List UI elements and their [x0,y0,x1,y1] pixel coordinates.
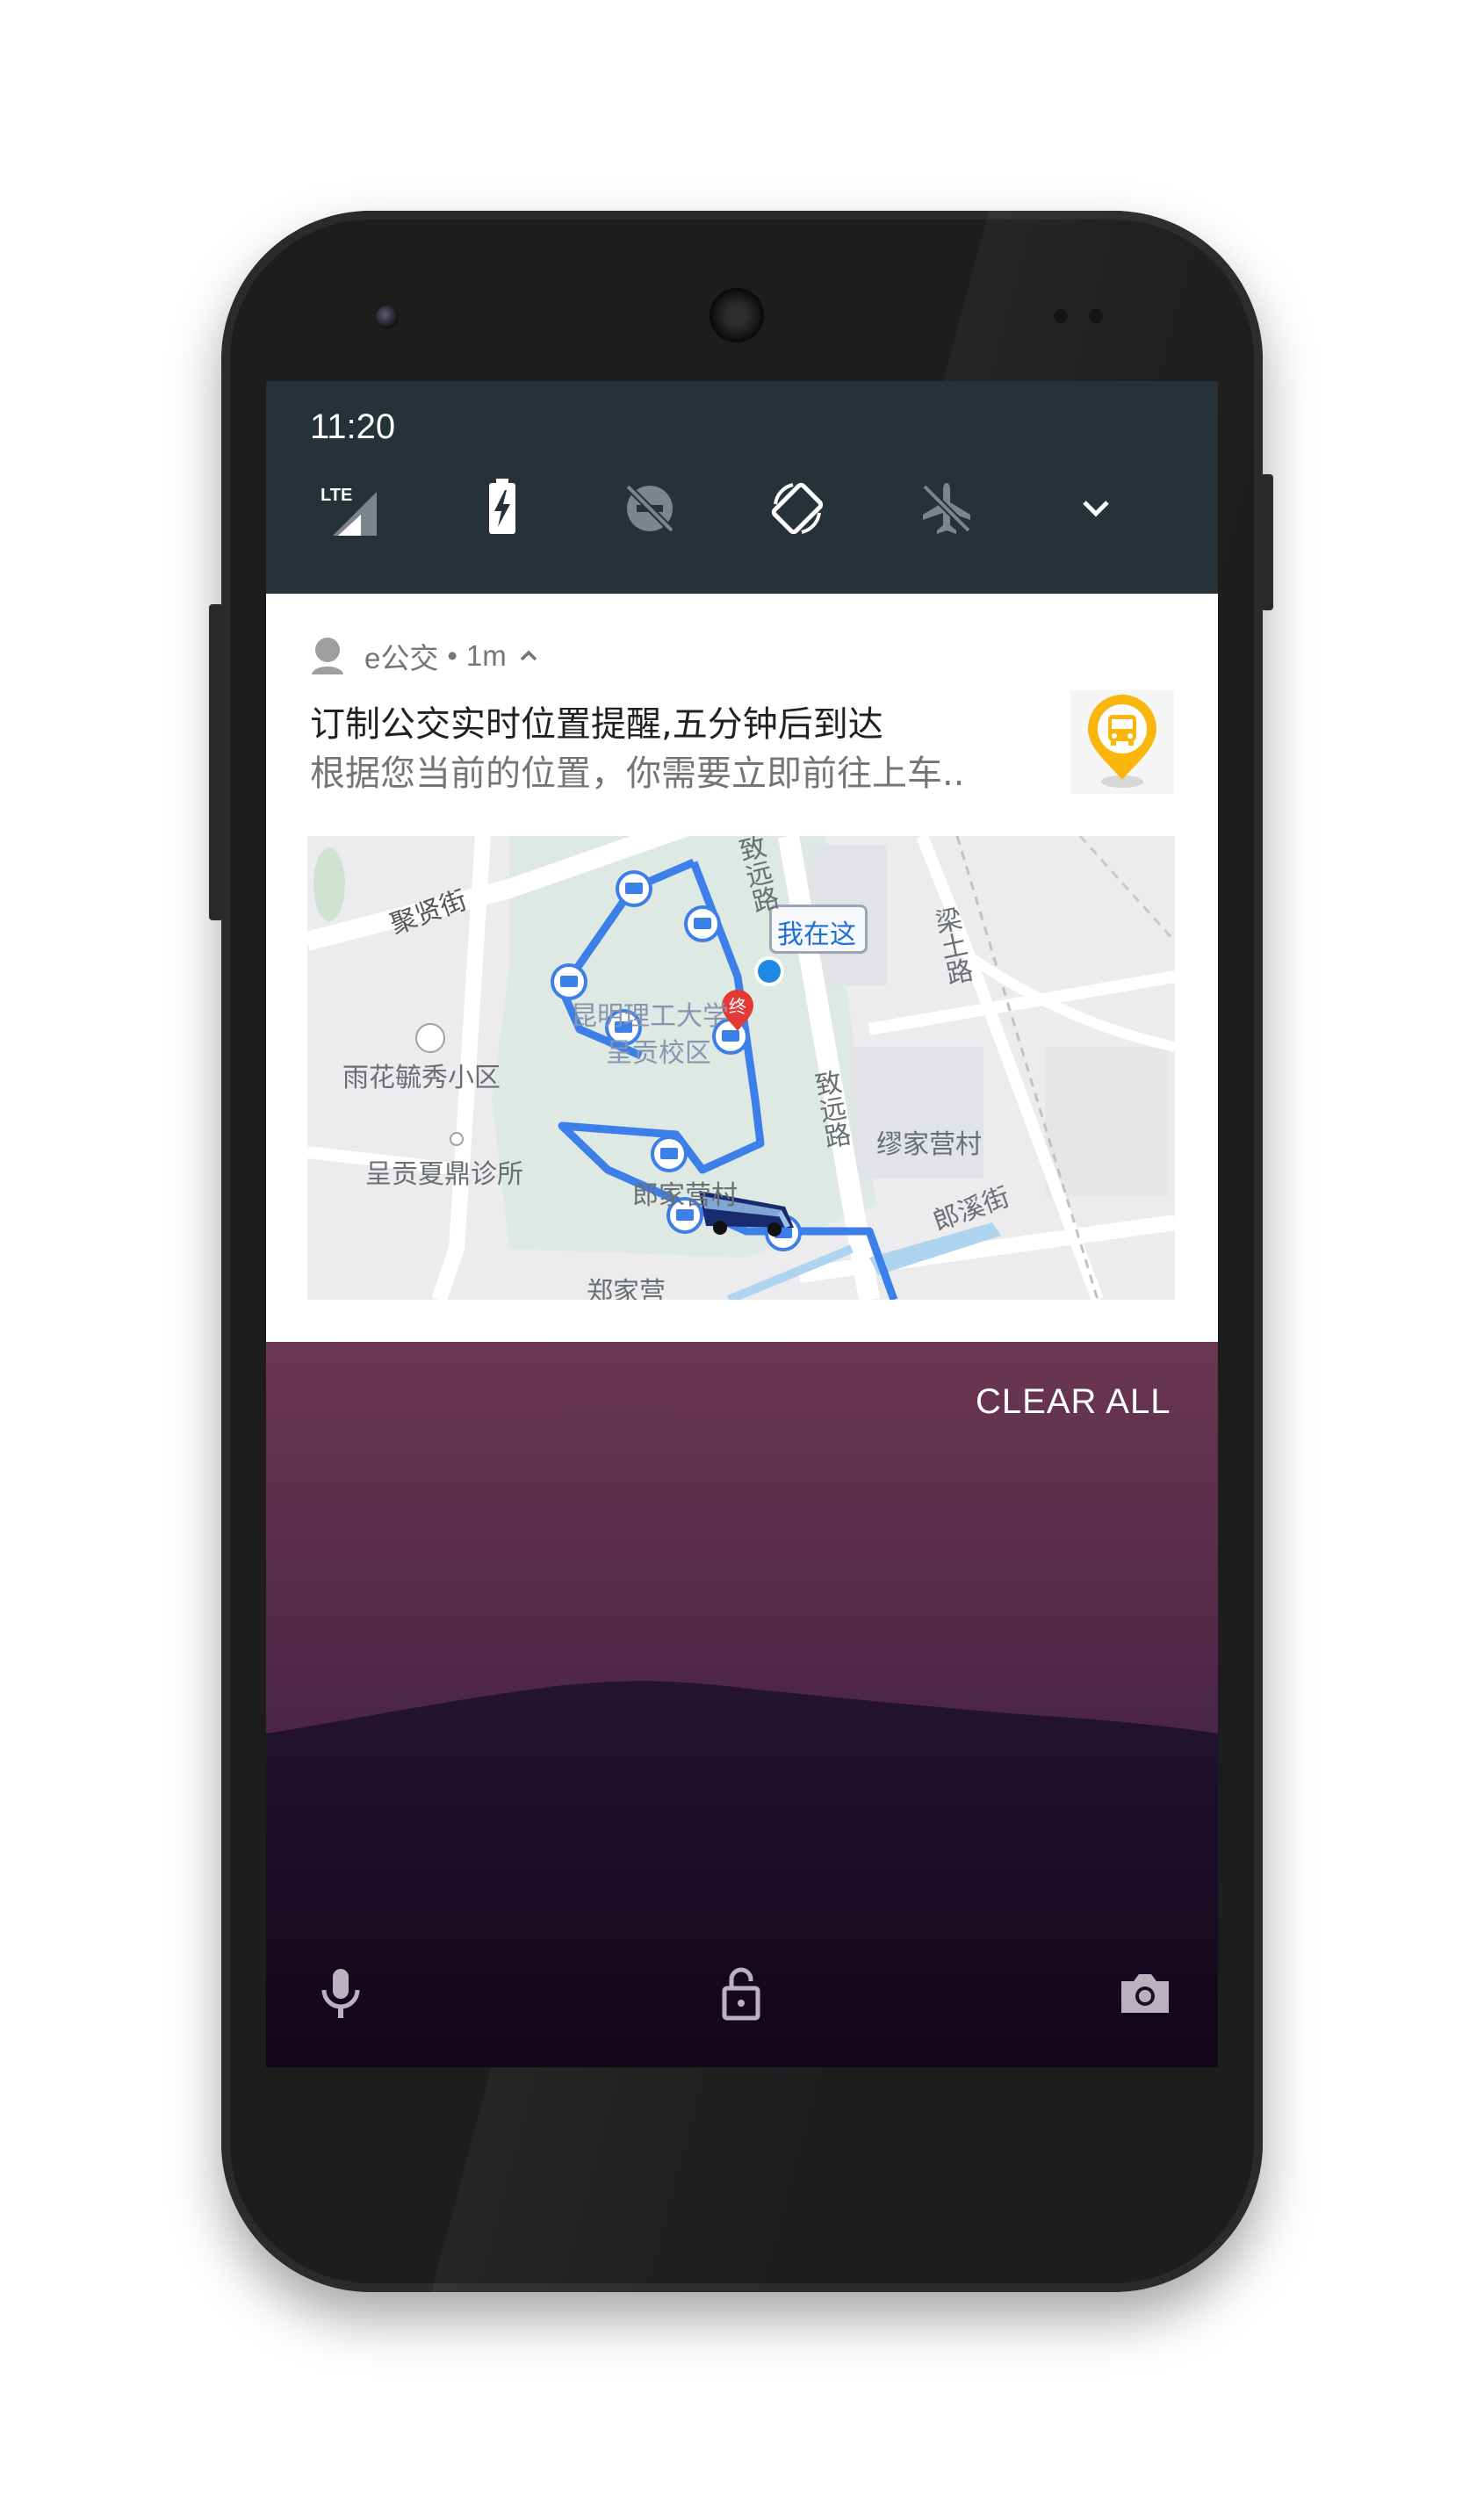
map-label: 郑家营 [587,1277,666,1300]
header-separator: • [447,639,457,672]
notification-title: 订制公交实时位置提醒,五分钟后到达 [310,704,883,745]
quick-settings-header: 11:20 LTE [266,381,1218,594]
bus-stop-marker[interactable] [615,869,653,908]
notification-text: 根据您当前的位置，你需要立即前往上车.. [310,753,965,794]
end-marker-label: 终 [729,996,746,1017]
bus-stop-marker[interactable] [650,1135,688,1173]
lte-label: LTE [321,486,352,505]
map-label: 昆明理工大学 [571,1001,729,1032]
volume-button [209,604,223,920]
camera-icon[interactable] [1114,1962,1176,2023]
auto-rotate-icon[interactable] [767,478,828,539]
status-clock: 11:20 [310,407,396,446]
map-label: 缪家营村 [876,1129,982,1160]
battery-charging-icon[interactable] [472,478,533,539]
do-not-disturb-off-icon[interactable] [619,478,681,539]
you-are-here-bubble: 我在这 [769,905,868,954]
proximity-sensor [1054,309,1068,323]
front-camera [376,306,399,328]
light-sensor [1089,309,1103,323]
microphone-icon[interactable] [310,1962,371,2023]
earpiece-speaker [710,288,764,342]
bus-stop-marker[interactable] [683,905,722,943]
time-ago: 1m [465,639,507,672]
expand-chevron-icon[interactable] [1065,478,1127,539]
bus-stop-pin-icon [1070,690,1174,794]
screen: 11:20 LTE e公交 • 1m 订制公交实时位置提醒,五分钟后到达 根据您… [266,381,1218,2067]
notification-header: e公交 • 1m [310,636,542,676]
app-person-icon [312,638,343,674]
you-are-here-label: 我在这 [777,919,856,950]
map-label: 雨花毓秀小区 [342,1063,501,1093]
airplane-mode-off-icon[interactable] [916,478,977,539]
clear-all-button[interactable]: CLEAR ALL [976,1382,1171,1422]
map-label: 呈贡夏鼎诊所 [365,1159,523,1190]
current-location-dot [754,956,784,986]
map-label: 郎家营村 [632,1180,738,1211]
collapse-chevron-icon[interactable] [515,643,542,669]
route-map[interactable]: 终 我在这 聚贤街 雨花毓秀小区 呈贡夏鼎诊所 昆明理工大学 呈贡校区 郎家营村… [307,836,1175,1300]
unlock-icon[interactable] [710,1962,772,2023]
app-name: e公交 [364,642,439,674]
map-label: 呈贡校区 [606,1038,711,1069]
lte-signal-icon[interactable]: LTE [319,478,380,539]
power-button [1261,474,1273,610]
notification-card[interactable]: e公交 • 1m 订制公交实时位置提醒,五分钟后到达 根据您当前的位置，你需要立… [266,594,1218,1342]
